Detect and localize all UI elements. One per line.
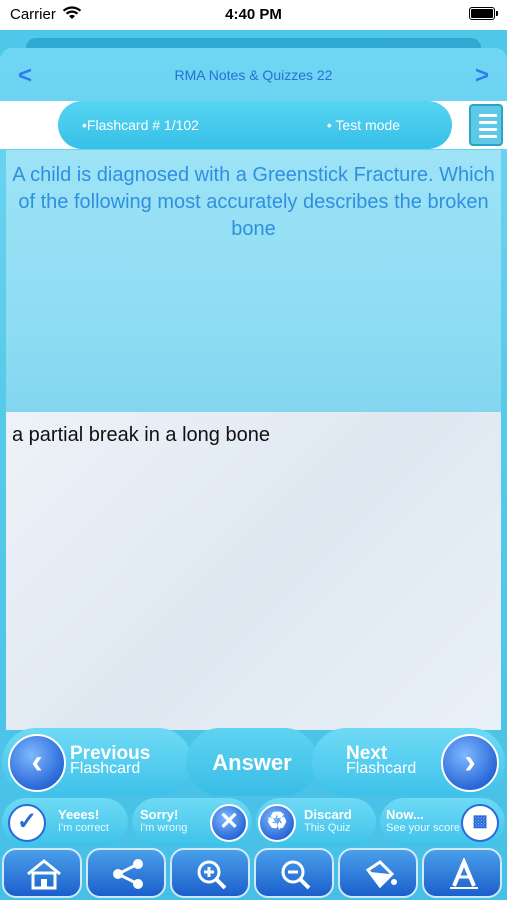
font-icon [450, 858, 478, 889]
see-score-button[interactable]: Now... See your score ▩ [380, 798, 505, 846]
status-bar: Carrier 4:40 PM [0, 0, 507, 30]
bar-chart-icon: ▩ [461, 804, 499, 842]
score-sublabel: See your score [386, 822, 460, 834]
wrong-label: Sorry! [140, 807, 179, 822]
discard-quiz-button[interactable]: ♻ Discard This Quiz [256, 798, 376, 846]
previous-sublabel: Flashcard [70, 760, 141, 777]
forward-chevron-icon[interactable]: > [475, 62, 489, 90]
chevron-left-icon: ‹ [8, 734, 66, 792]
bottom-toolbar [0, 848, 507, 900]
flashcard-counter: •Flashcard # 1/102 [82, 117, 199, 133]
chevron-right-icon: › [441, 734, 499, 792]
zoom-out-icon [281, 860, 311, 890]
info-bar: •Flashcard # 1/102 • Test mode [0, 101, 507, 149]
answer-panel: a partial break in a long bone [6, 412, 501, 730]
recycle-icon: ♻ [258, 804, 296, 842]
result-buttons: ✓ Yeees! I'm correct Sorry! I'm wrong ✕ … [0, 798, 507, 846]
zoom-out-button[interactable] [254, 848, 334, 898]
question-panel: A child is diagnosed with a Greenstick F… [6, 150, 501, 452]
next-sublabel: Flashcard [346, 760, 417, 777]
theme-color-button[interactable] [338, 848, 418, 898]
correct-label: Yeees! [58, 807, 100, 822]
next-flashcard-button[interactable]: Next Flashcard › [312, 728, 505, 796]
close-x-icon: ✕ [210, 804, 248, 842]
list-icon[interactable] [469, 104, 503, 146]
wrong-button[interactable]: Sorry! I'm wrong ✕ [132, 798, 252, 846]
wrong-sublabel: I'm wrong [140, 822, 188, 834]
test-mode-label: • Test mode [326, 117, 400, 133]
home-icon [27, 859, 61, 890]
correct-sublabel: I'm correct [58, 822, 109, 834]
answer-label: Answer [212, 750, 292, 775]
font-button[interactable] [422, 848, 502, 898]
zoom-in-button[interactable] [170, 848, 250, 898]
share-button[interactable] [86, 848, 166, 898]
correct-button[interactable]: ✓ Yeees! I'm correct [2, 798, 128, 846]
discard-sublabel: This Quiz [304, 822, 351, 834]
paint-bucket-icon [365, 860, 397, 889]
navigation-controls: ‹ Previous Flashcard Answer Next Flashca… [0, 728, 507, 796]
home-button[interactable] [2, 848, 82, 898]
battery-icon [469, 7, 498, 20]
previous-flashcard-button[interactable]: ‹ Previous Flashcard [2, 728, 192, 796]
checkmark-icon: ✓ [8, 804, 46, 842]
discard-label: Discard [304, 807, 352, 822]
share-icon [113, 859, 143, 889]
flashcard-screen: < RMA Notes & Quizzes 22 > •Flashcard # … [0, 48, 507, 900]
navigation-header: < RMA Notes & Quizzes 22 > [0, 48, 507, 100]
answer-text: a partial break in a long bone [12, 424, 270, 446]
question-text: A child is diagnosed with a Greenstick F… [12, 164, 495, 240]
zoom-in-icon [197, 860, 227, 890]
flashcard-info-pill: •Flashcard # 1/102 • Test mode [58, 101, 452, 149]
page-title: RMA Notes & Quizzes 22 [174, 67, 333, 83]
answer-button[interactable]: Answer [186, 728, 318, 796]
clock: 4:40 PM [225, 6, 282, 23]
score-label: Now... [386, 807, 424, 822]
